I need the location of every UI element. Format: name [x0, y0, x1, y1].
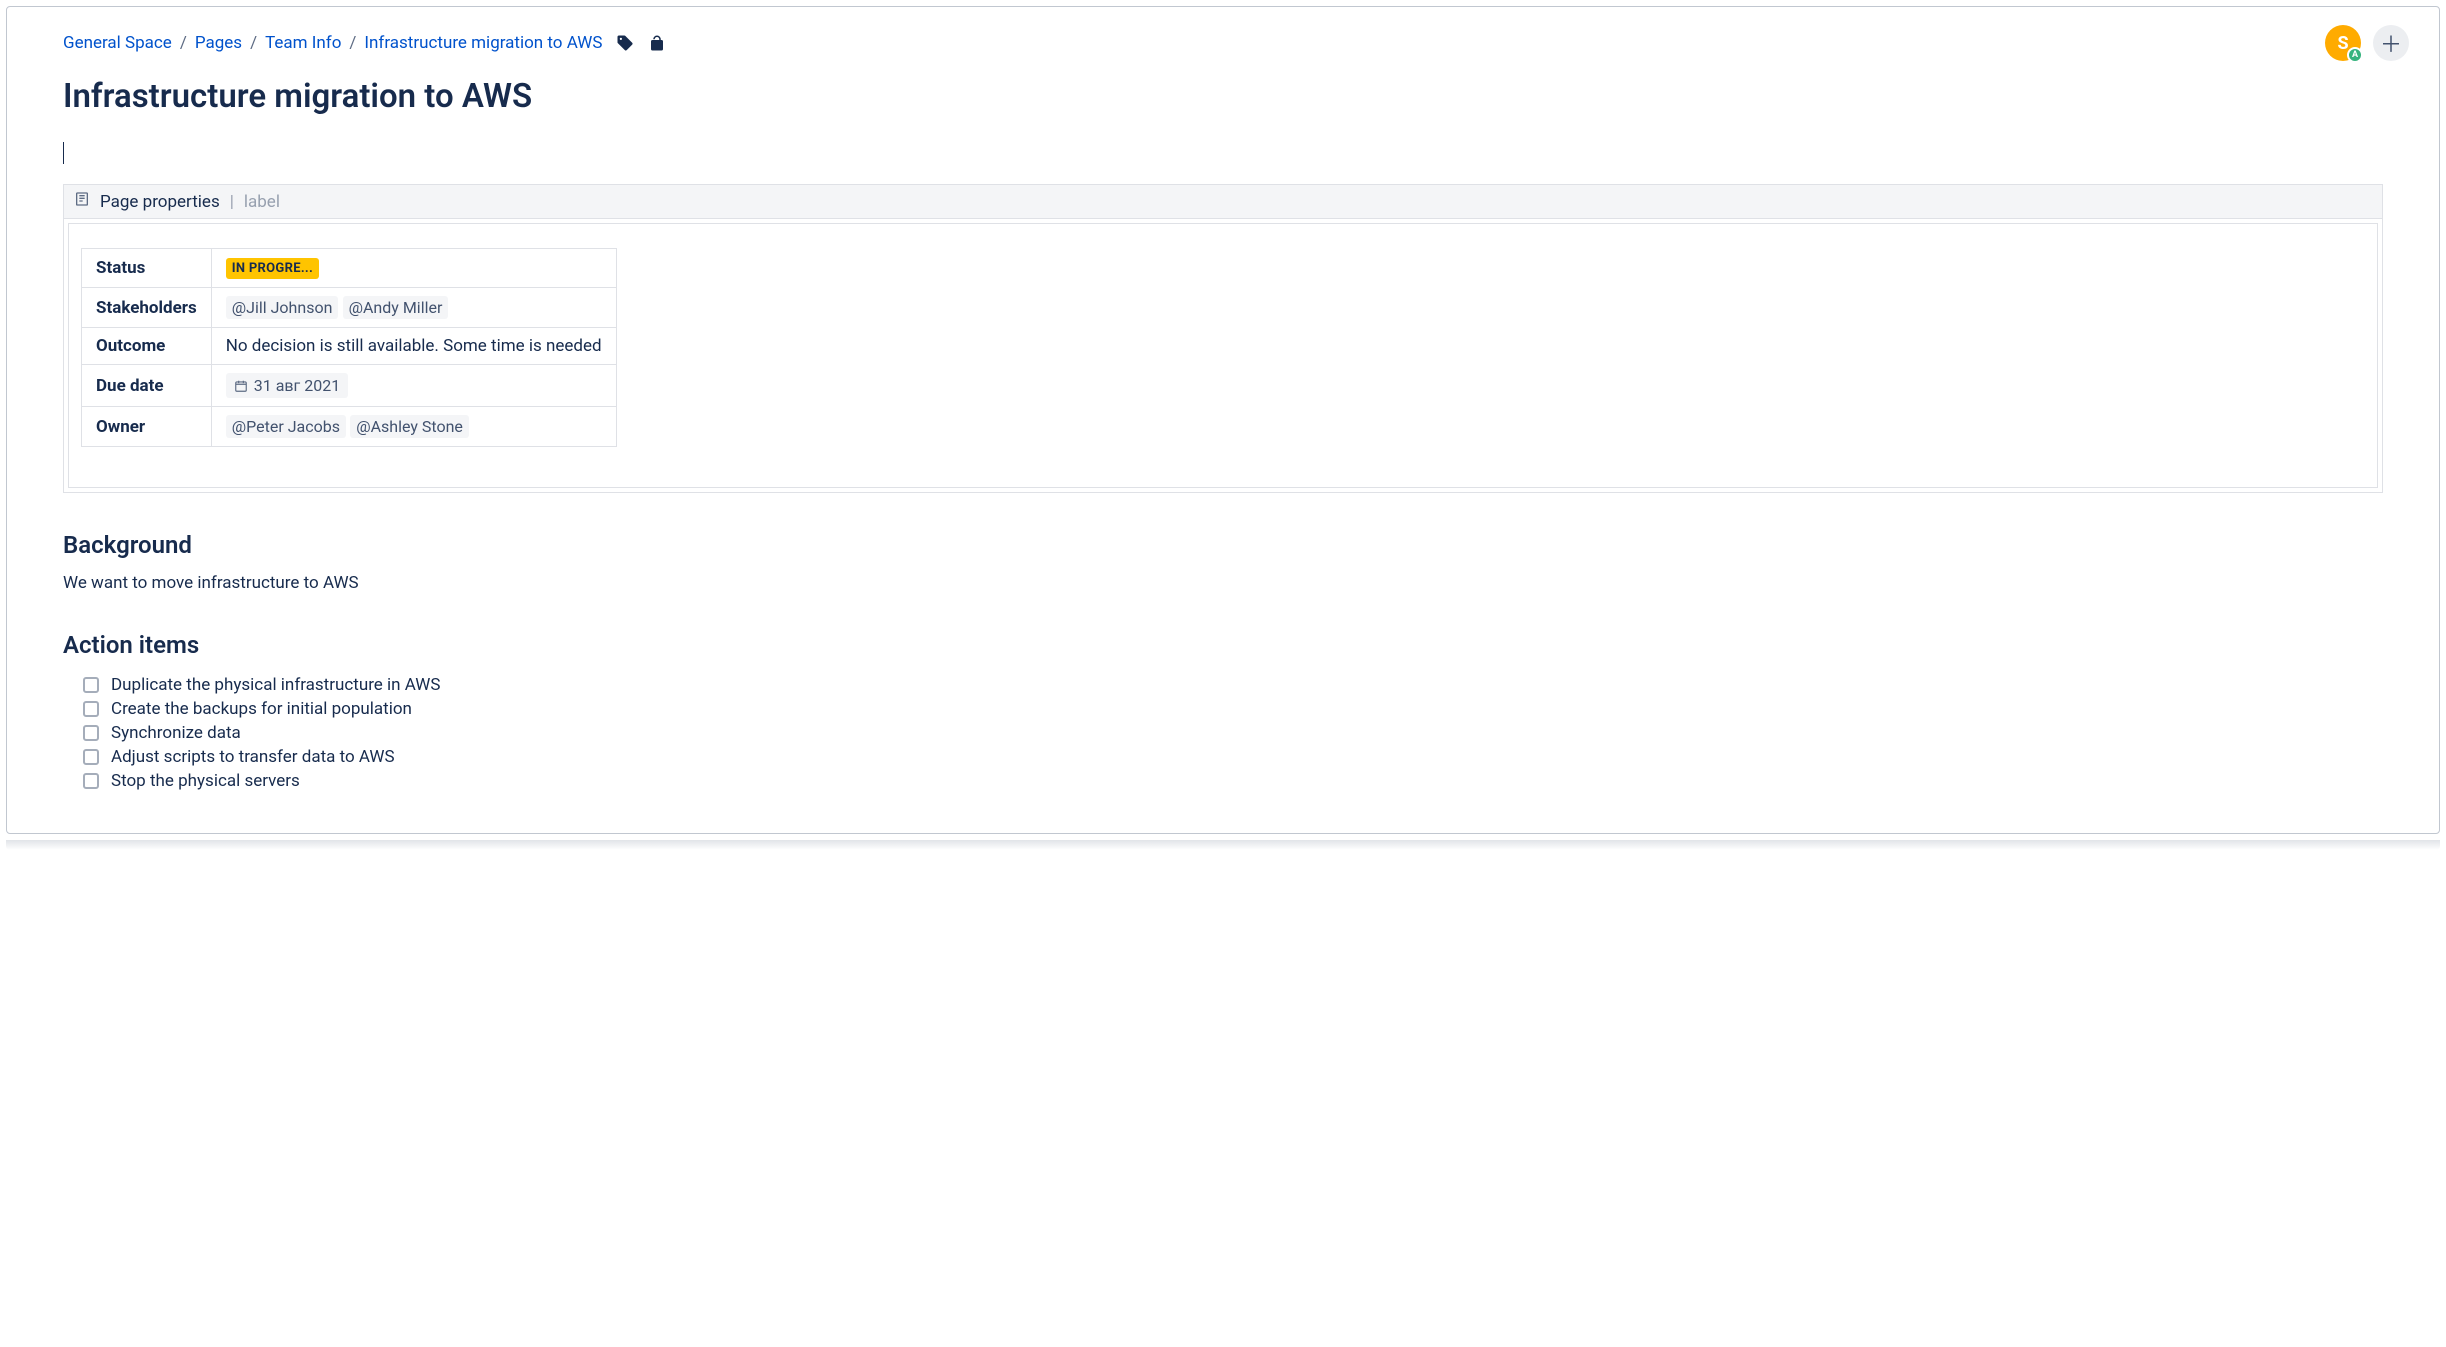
property-key: Owner [82, 407, 212, 447]
unlock-icon[interactable] [648, 34, 666, 52]
action-items-list: Duplicate the physical infrastructure in… [63, 673, 2383, 793]
breadcrumb-current: Infrastructure migration to AWS [364, 33, 602, 53]
action-item-checkbox[interactable] [83, 773, 99, 789]
property-key: Due date [82, 365, 212, 407]
property-value-owner[interactable]: @Peter Jacobs @Ashley Stone [211, 407, 616, 447]
macro-label-placeholder[interactable]: label [244, 192, 280, 212]
tag-icon[interactable] [616, 34, 634, 52]
user-mention[interactable]: @Andy Miller [343, 296, 449, 319]
property-key: Outcome [82, 328, 212, 365]
add-button[interactable]: ＋ [2373, 25, 2409, 61]
page-title[interactable]: Infrastructure migration to AWS [63, 77, 2383, 116]
action-item-label[interactable]: Duplicate the physical infrastructure in… [111, 675, 440, 695]
property-value-due-date[interactable]: 31 авг 2021 [211, 365, 616, 407]
macro-body[interactable]: Status IN PROGRE... Stakeholders @Jill J… [68, 223, 2378, 488]
breadcrumb-link-team[interactable]: Team Info [265, 33, 341, 53]
background-text[interactable]: We want to move infrastructure to AWS [63, 573, 2383, 593]
action-item[interactable]: Stop the physical servers [83, 769, 2383, 793]
properties-table[interactable]: Status IN PROGRE... Stakeholders @Jill J… [81, 248, 617, 447]
date-text: 31 авг 2021 [254, 376, 340, 395]
date-lozenge[interactable]: 31 авг 2021 [226, 373, 348, 398]
property-value-outcome[interactable]: No decision is still available. Some tim… [211, 328, 616, 365]
avatar-letter: S [2337, 33, 2348, 54]
property-value-stakeholders[interactable]: @Jill Johnson @Andy Miller [211, 288, 616, 328]
property-value-status[interactable]: IN PROGRE... [211, 249, 616, 288]
action-item-label[interactable]: Synchronize data [111, 723, 241, 743]
macro-header: Page properties | label [64, 185, 2382, 219]
macro-name: Page properties [100, 192, 220, 212]
section-heading-action-items[interactable]: Action items [63, 631, 2383, 659]
breadcrumb-link-space[interactable]: General Space [63, 33, 172, 53]
macro-icon [74, 191, 90, 212]
action-item-checkbox[interactable] [83, 725, 99, 741]
action-item[interactable]: Adjust scripts to transfer data to AWS [83, 745, 2383, 769]
action-item-label[interactable]: Stop the physical servers [111, 771, 300, 791]
avatar[interactable]: S A [2325, 25, 2361, 61]
property-row-owner: Owner @Peter Jacobs @Ashley Stone [82, 407, 617, 447]
action-item[interactable]: Duplicate the physical infrastructure in… [83, 673, 2383, 697]
breadcrumb-separator: / [349, 33, 356, 53]
property-row-outcome: Outcome No decision is still available. … [82, 328, 617, 365]
breadcrumb-separator: / [180, 33, 187, 53]
action-item[interactable]: Synchronize data [83, 721, 2383, 745]
topbar: General Space / Pages / Team Info / Infr… [7, 7, 2439, 61]
page-frame: General Space / Pages / Team Info / Infr… [6, 6, 2440, 834]
property-row-status: Status IN PROGRE... [82, 249, 617, 288]
topbar-right: S A ＋ [2325, 25, 2409, 61]
user-mention[interactable]: @Jill Johnson [226, 296, 339, 319]
action-item-label[interactable]: Create the backups for initial populatio… [111, 699, 412, 719]
calendar-icon [234, 379, 248, 393]
action-item-checkbox[interactable] [83, 701, 99, 717]
breadcrumb: General Space / Pages / Team Info / Infr… [63, 33, 602, 53]
breadcrumb-separator: / [250, 33, 257, 53]
property-row-stakeholders: Stakeholders @Jill Johnson @Andy Miller [82, 288, 617, 328]
property-row-due-date: Due date 31 авг 2021 [82, 365, 617, 407]
section-heading-background[interactable]: Background [63, 531, 2383, 559]
bottom-shadow [6, 840, 2440, 850]
breadcrumb-wrap: General Space / Pages / Team Info / Infr… [63, 33, 666, 53]
action-item-label[interactable]: Adjust scripts to transfer data to AWS [111, 747, 395, 767]
page-properties-macro[interactable]: Page properties | label Status IN PROGRE… [63, 184, 2383, 493]
action-item-checkbox[interactable] [83, 677, 99, 693]
action-item-checkbox[interactable] [83, 749, 99, 765]
breadcrumb-link-pages[interactable]: Pages [195, 33, 242, 53]
user-mention[interactable]: @Ashley Stone [350, 415, 469, 438]
property-key: Stakeholders [82, 288, 212, 328]
editor-caret [63, 142, 64, 164]
status-badge[interactable]: IN PROGRE... [226, 258, 319, 279]
avatar-presence-badge: A [2347, 47, 2363, 63]
macro-separator: | [230, 192, 234, 212]
action-item[interactable]: Create the backups for initial populatio… [83, 697, 2383, 721]
content: Infrastructure migration to AWS Page pro… [7, 77, 2439, 833]
plus-icon: ＋ [2380, 27, 2402, 59]
user-mention[interactable]: @Peter Jacobs [226, 415, 346, 438]
property-key: Status [82, 249, 212, 288]
